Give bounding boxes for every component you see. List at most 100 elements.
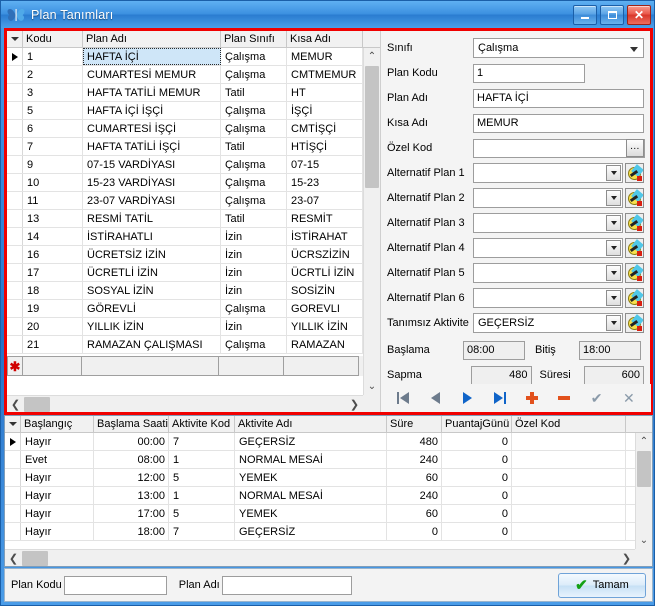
cell-puantaj-gunu[interactable]: 0 [442,487,512,504]
cell-plan-adi[interactable]: RESMİ TATİL [83,210,221,227]
maximize-button[interactable] [600,4,624,25]
cell-kisa-adi[interactable]: SOSİZİN [287,282,363,299]
column-header-puantaj-gunu[interactable]: PuantajGünü [442,416,512,432]
new-record-cell[interactable] [81,356,219,376]
cell-plan-adi[interactable]: 07-15 VARDİYASI [83,156,221,173]
input-plan-adi[interactable]: HAFTA İÇİ [473,88,644,108]
chevron-down-icon[interactable] [606,215,621,231]
row-indicator[interactable] [7,228,23,245]
cell-kisa-adi[interactable]: YILLIK İZİN [287,318,363,335]
table-row[interactable]: 18 SOSYAL İZİN İzin SOSİZİN [7,282,363,300]
plans-grid[interactable]: Kodu Plan Adı Plan Sınıfı Kısa Adı 1 HAFT… [7,31,380,412]
cell-ozel-kod[interactable] [512,523,626,540]
row-indicator[interactable] [5,451,21,468]
cell-kodu[interactable]: 17 [23,264,83,281]
close-button[interactable]: ✕ [627,4,651,25]
cell-plan-adi[interactable]: İSTİRAHATLI [83,228,221,245]
cell-kisa-adi[interactable]: 07-15 [287,156,363,173]
cell-ozel-kod[interactable] [512,505,626,522]
table-row[interactable]: 19 GÖREVLİ Çalışma GOREVLI [7,300,363,318]
lookup-icon-button-2[interactable] [625,188,644,208]
hscroll-track[interactable] [22,550,618,567]
plans-grid-horizontal-scrollbar[interactable]: ❮ ❯ [7,395,363,412]
new-record-row[interactable]: ✱ [7,356,363,376]
cell-aktivite-adi[interactable]: YEMEK [235,505,387,522]
cell-baslangic[interactable]: Hayır [21,433,94,450]
hscroll-thumb[interactable] [22,550,48,566]
cell-plan-sinifi[interactable]: Tatil [221,84,287,101]
first-record-button[interactable] [392,388,414,408]
cell-aktivite-kod[interactable]: 7 [169,523,235,540]
activities-grid-body[interactable]: Hayır 00:00 7 GEÇERSİZ 480 0 Evet 08:00 1 NORMAL … [5,433,635,549]
cell-kodu[interactable]: 1 [23,48,83,65]
lookup-icon-button-5[interactable] [625,263,644,283]
cell-baslangic[interactable]: Evet [21,451,94,468]
cell-plan-sinifi[interactable]: Çalışma [221,300,287,317]
cell-kodu[interactable]: 18 [23,282,83,299]
cell-kisa-adi[interactable]: MEMUR [287,48,363,65]
table-row[interactable]: Evet 08:00 1 NORMAL MESAİ 240 0 [5,451,635,469]
column-header-kisa-adi[interactable]: Kısa Adı [287,31,363,47]
cell-kodu[interactable]: 7 [23,138,83,155]
row-indicator[interactable] [7,156,23,173]
cell-kisa-adi[interactable]: İŞÇİ [287,102,363,119]
combo-alternatif-plan-3[interactable] [473,213,623,233]
cell-plan-sinifi[interactable]: Çalışma [221,336,287,353]
lookup-icon-button-4[interactable] [625,238,644,258]
row-indicator[interactable] [5,505,21,522]
cell-baslama-saati[interactable]: 12:00 [94,469,169,486]
cell-sure[interactable]: 240 [387,487,442,504]
cell-kisa-adi[interactable]: CMTİŞÇİ [287,120,363,137]
cell-plan-sinifi[interactable]: Tatil [221,210,287,227]
next-record-button[interactable] [457,388,479,408]
row-indicator[interactable] [7,264,23,281]
column-header-baslangic[interactable]: Başlangıç [21,416,94,432]
add-record-button[interactable] [521,388,543,408]
table-row[interactable]: 3 HAFTA TATİLİ MEMUR Tatil HT [7,84,363,102]
cell-plan-adi[interactable]: RAMAZAN ÇALIŞMASI [83,336,221,353]
cell-kodu[interactable]: 9 [23,156,83,173]
table-row[interactable]: 13 RESMİ TATİL Tatil RESMİT [7,210,363,228]
scroll-down-icon[interactable]: ⌄ [636,532,652,549]
cell-kisa-adi[interactable]: RESMİT [287,210,363,227]
combo-alternatif-plan-4[interactable] [473,238,623,258]
column-header-plan-adi[interactable]: Plan Adı [83,31,221,47]
cell-aktivite-kod[interactable]: 1 [169,487,235,504]
scroll-left-icon[interactable]: ❮ [5,550,22,567]
cell-plan-adi[interactable]: ÜCRETLİ İZİN [83,264,221,281]
row-indicator[interactable] [5,469,21,486]
cell-kisa-adi[interactable]: GOREVLI [287,300,363,317]
cell-plan-adi[interactable]: HAFTA İÇİ İŞÇİ [83,102,221,119]
table-row[interactable]: 6 CUMARTESİ İŞÇİ Çalışma CMTİŞÇİ [7,120,363,138]
cell-plan-sinifi[interactable]: İzin [221,264,287,281]
column-header-aktivite-adi[interactable]: Aktivite Adı [235,416,387,432]
input-bitis[interactable]: 18:00 [579,340,641,360]
cell-baslangic[interactable]: Hayır [21,469,94,486]
lookup-icon-button-6[interactable] [625,288,644,308]
lookup-icon-button-3[interactable] [625,213,644,233]
cell-kisa-adi[interactable]: HTİŞÇİ [287,138,363,155]
cell-baslama-saati[interactable]: 00:00 [94,433,169,450]
hscroll-track[interactable] [24,396,346,413]
table-row[interactable]: Hayır 17:00 5 YEMEK 60 0 [5,505,635,523]
new-record-cell[interactable] [283,356,359,376]
cell-baslangic[interactable]: Hayır [21,487,94,504]
cell-sure[interactable]: 60 [387,505,442,522]
combo-tanimsiz-aktivite[interactable]: GEÇERSİZ [473,313,623,333]
cell-plan-sinifi[interactable]: İzin [221,246,287,263]
table-row[interactable]: 10 15-23 VARDİYASI Çalışma 15-23 [7,174,363,192]
table-row[interactable]: 7 HAFTA TATİLİ İŞÇİ Tatil HTİŞÇİ [7,138,363,156]
cell-plan-sinifi[interactable]: İzin [221,228,287,245]
grid-menu-icon[interactable] [7,31,23,47]
column-header-kodu[interactable]: Kodu [23,31,83,47]
row-indicator[interactable] [7,318,23,335]
column-header-plan-sinifi[interactable]: Plan Sınıfı [221,31,287,47]
cell-plan-adi[interactable]: 15-23 VARDİYASI [83,174,221,191]
row-indicator[interactable] [5,523,21,540]
cell-plan-sinifi[interactable]: Çalışma [221,102,287,119]
cell-plan-adi[interactable]: CUMARTESİ İŞÇİ [83,120,221,137]
column-header-baslama-saati[interactable]: Başlama Saati [94,416,169,432]
input-baslama[interactable]: 08:00 [463,340,525,360]
ozel-kod-browse-button[interactable]: … [626,139,644,157]
cell-puantaj-gunu[interactable]: 0 [442,505,512,522]
